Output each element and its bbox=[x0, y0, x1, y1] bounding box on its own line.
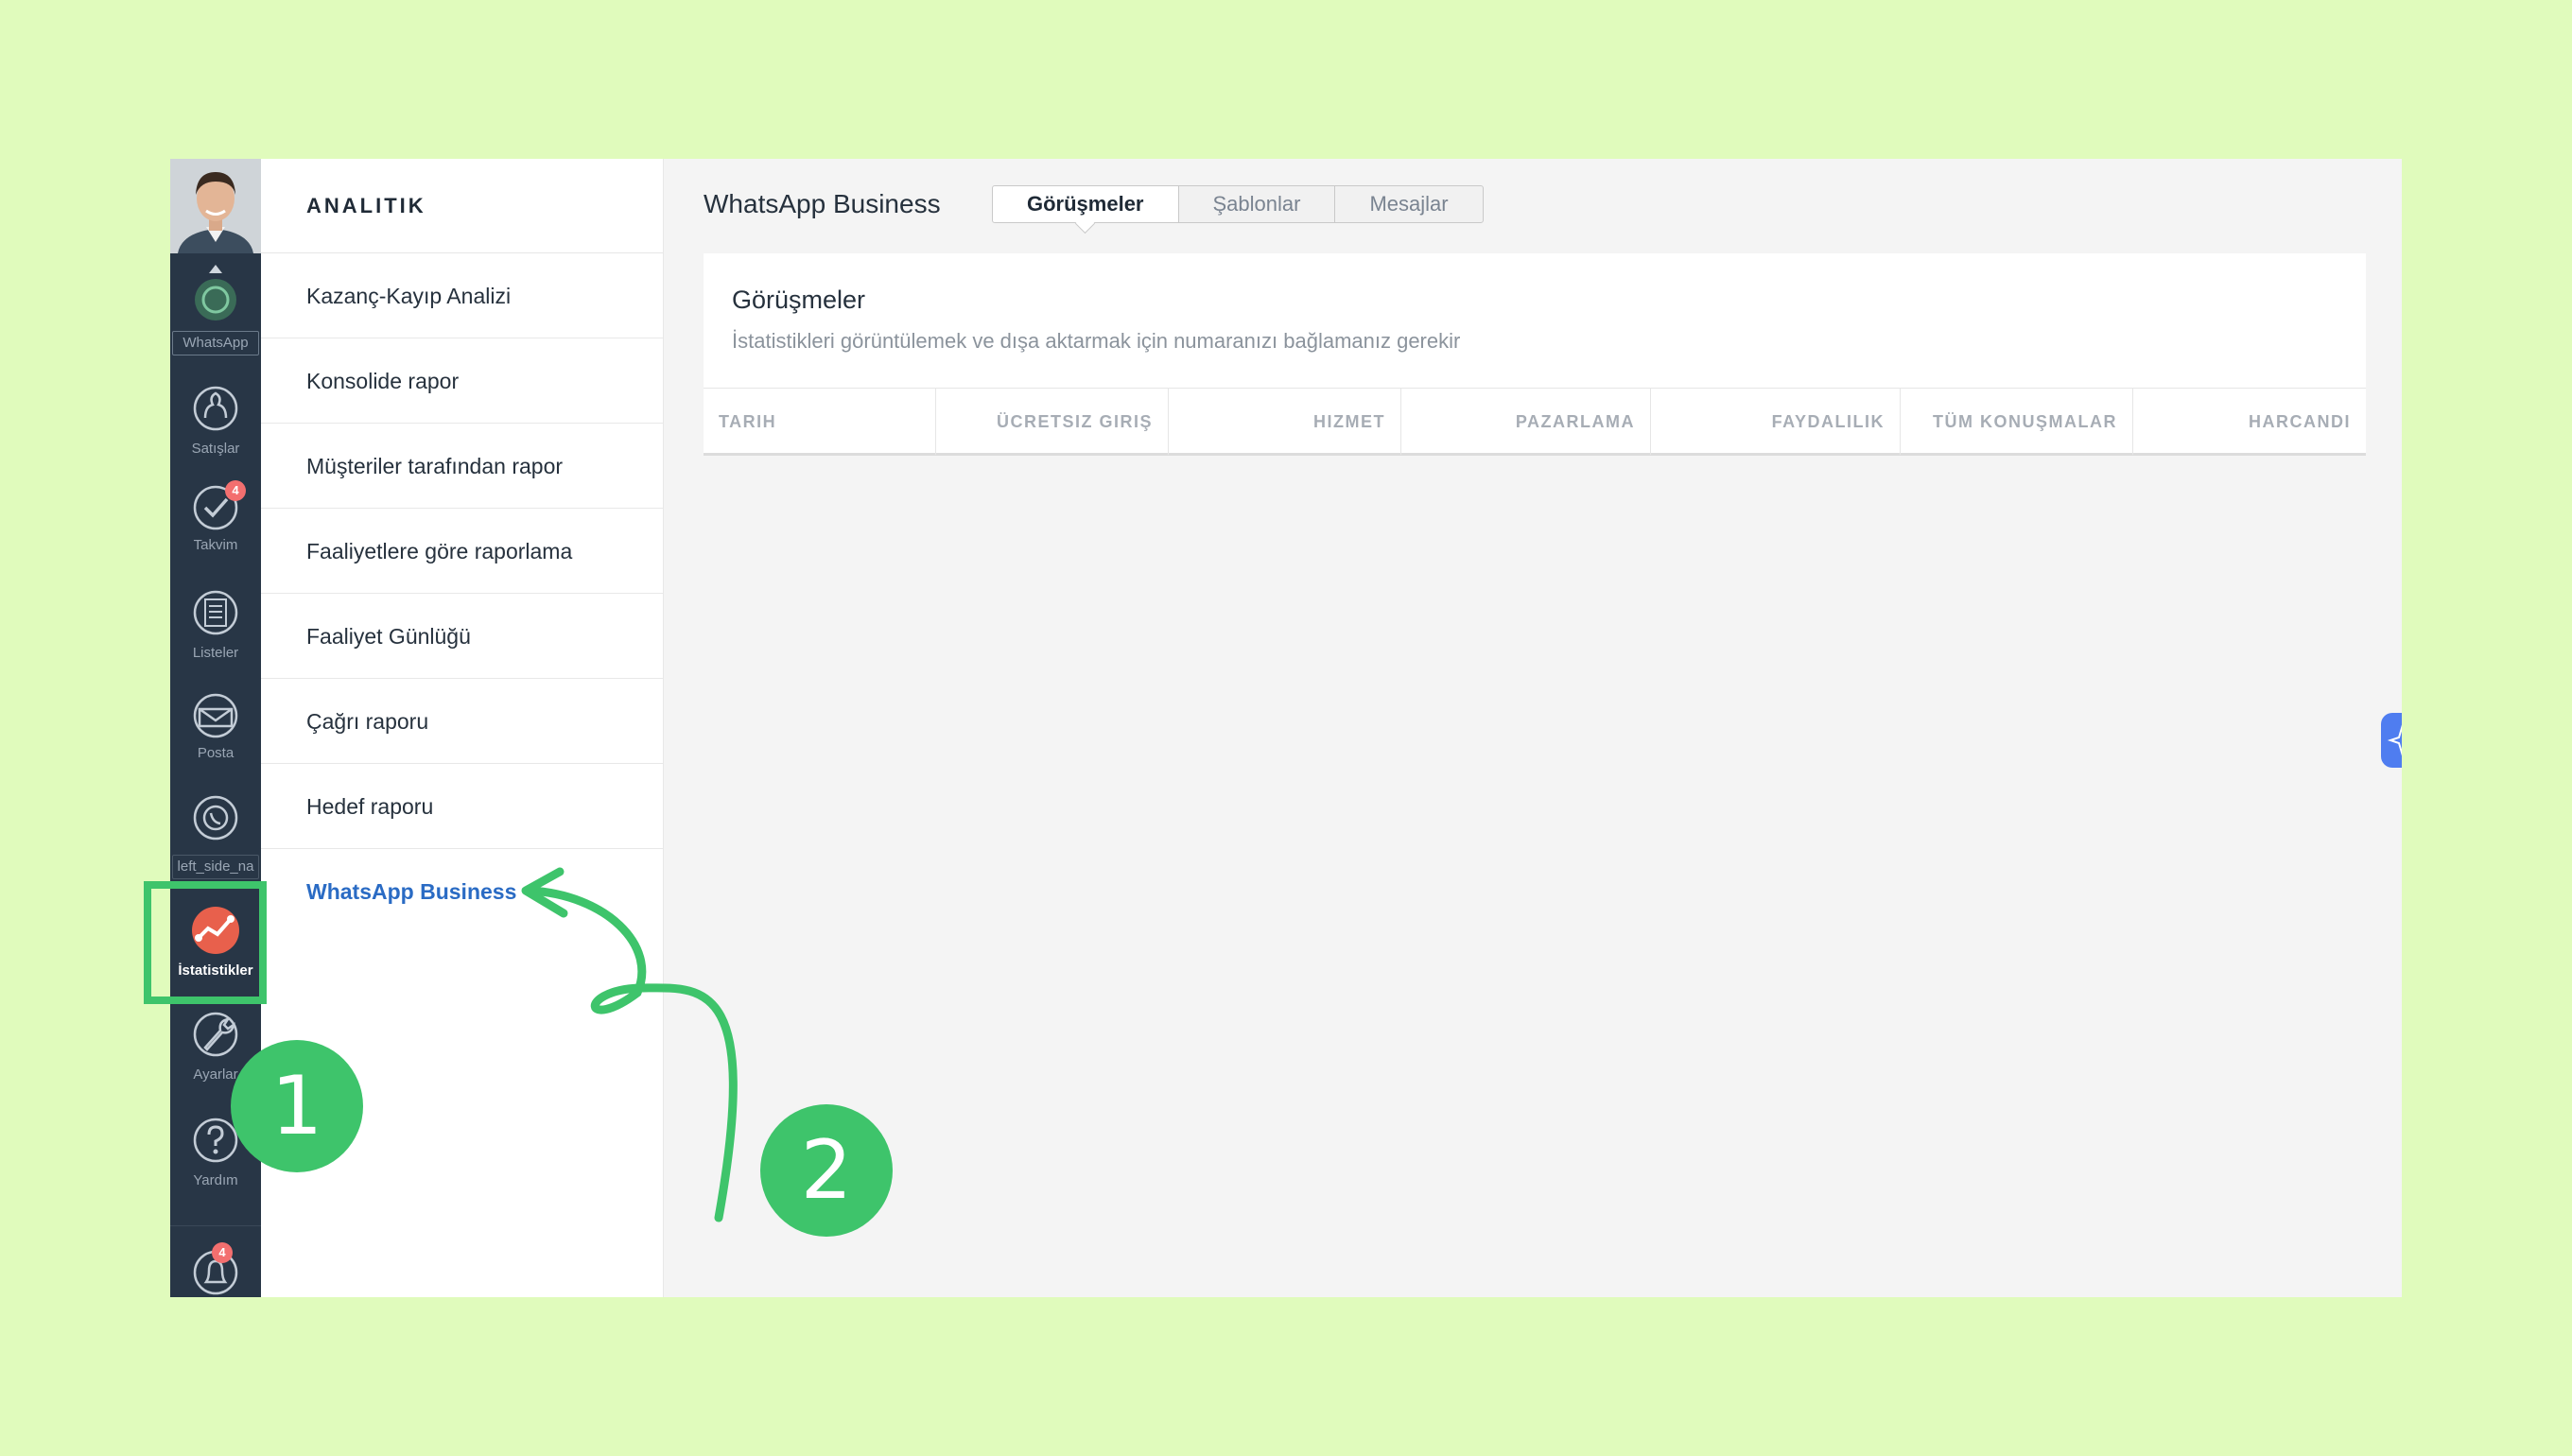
curved-arrow bbox=[521, 867, 738, 1222]
